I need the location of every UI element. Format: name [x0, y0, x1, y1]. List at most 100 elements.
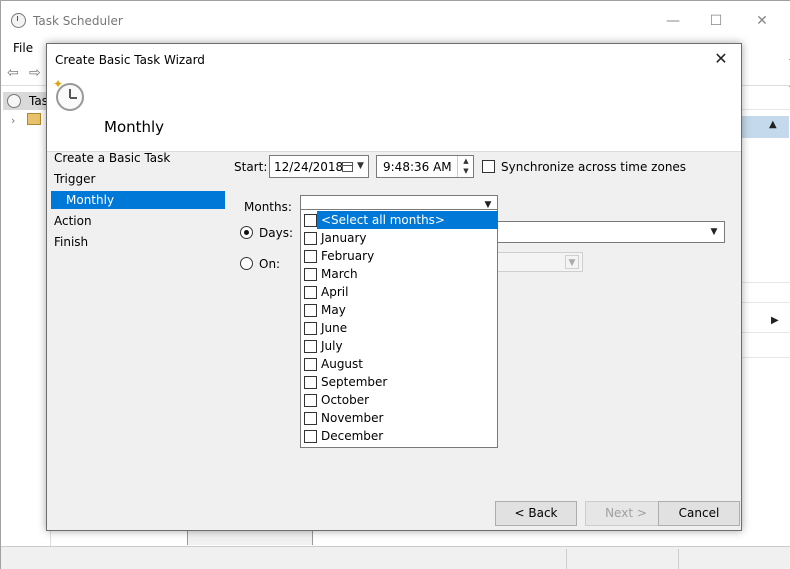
- divider: [741, 302, 790, 303]
- months-label: Months:: [244, 200, 292, 214]
- months-dropdown-list[interactable]: <Select all months> January February March A…: [300, 209, 498, 448]
- month-option-label: May: [321, 303, 346, 317]
- month-checkbox[interactable]: [304, 394, 317, 407]
- month-checkbox[interactable]: [304, 304, 317, 317]
- month-checkbox[interactable]: [304, 322, 317, 335]
- month-option-label: August: [321, 357, 363, 371]
- month-option-label: July: [321, 339, 343, 353]
- month-option[interactable]: January: [302, 229, 497, 247]
- wizard-header: ✦ Monthly: [47, 74, 741, 152]
- navigation-tree: Tas ›: [1, 87, 51, 547]
- nav-create-basic-task[interactable]: Create a Basic Task: [53, 149, 225, 167]
- spin-down-icon[interactable]: ▼: [458, 166, 474, 176]
- start-time-field[interactable]: 9:48:36 AM ▲ ▼: [376, 155, 474, 178]
- tree-item-task-scheduler[interactable]: Tas: [3, 92, 49, 110]
- month-option[interactable]: November: [302, 409, 497, 427]
- nav-trigger[interactable]: Trigger: [53, 170, 225, 188]
- month-option[interactable]: August: [302, 355, 497, 373]
- time-spinner[interactable]: ▲ ▼: [457, 156, 473, 177]
- forward-arrow-icon[interactable]: ⇨: [29, 65, 45, 81]
- status-bar: [1, 546, 790, 569]
- month-option[interactable]: December: [302, 427, 497, 445]
- on-label: On:: [259, 257, 281, 271]
- clock-icon: [7, 94, 21, 108]
- month-checkbox[interactable]: [304, 340, 317, 353]
- chevron-down-icon[interactable]: ▼: [357, 161, 364, 171]
- next-button: Next >: [585, 501, 667, 526]
- maximize-icon[interactable]: ☐: [701, 10, 731, 32]
- month-option[interactable]: March: [302, 265, 497, 283]
- month-option-label: June: [321, 321, 348, 335]
- month-option[interactable]: April: [302, 283, 497, 301]
- cancel-button[interactable]: Cancel: [658, 501, 740, 526]
- nav-monthly[interactable]: Monthly: [51, 191, 225, 209]
- month-option-label: November: [321, 411, 384, 425]
- chevron-down-icon[interactable]: ▼: [706, 225, 722, 239]
- month-option[interactable]: June: [302, 319, 497, 337]
- nav-action[interactable]: Action: [53, 212, 225, 230]
- month-option-label: February: [321, 249, 375, 263]
- clock-icon: [11, 13, 26, 28]
- create-basic-task-wizard: Create Basic Task Wizard ✕ ✦ Monthly Cre…: [46, 43, 742, 531]
- on-dropdown: ▼: [487, 252, 583, 272]
- back-arrow-icon[interactable]: ⇦: [7, 65, 23, 81]
- nav-finish[interactable]: Finish: [53, 233, 225, 251]
- month-option[interactable]: May: [302, 301, 497, 319]
- days-radio[interactable]: [240, 226, 253, 239]
- calendar-icon[interactable]: [342, 162, 353, 172]
- days-dropdown[interactable]: ▼: [487, 221, 725, 243]
- actions-header[interactable]: ▲: [741, 116, 789, 138]
- month-option[interactable]: July: [302, 337, 497, 355]
- divider: [741, 109, 790, 110]
- main-window-title: Task Scheduler: [33, 14, 123, 28]
- divider: [741, 332, 790, 333]
- sync-timezones-label: Synchronize across time zones: [501, 160, 687, 174]
- month-checkbox[interactable]: [304, 358, 317, 371]
- sparkle-icon: ✦: [53, 77, 64, 91]
- month-checkbox[interactable]: [304, 430, 317, 443]
- month-option-label: March: [321, 267, 358, 281]
- start-label: Start:: [234, 160, 268, 174]
- close-icon[interactable]: ✕: [747, 10, 777, 32]
- on-radio[interactable]: [240, 257, 253, 270]
- actions-panel: ▲ ▶: [741, 87, 790, 547]
- month-checkbox[interactable]: [304, 412, 317, 425]
- menu-file[interactable]: File: [13, 41, 33, 55]
- month-option[interactable]: September: [302, 373, 497, 391]
- close-icon[interactable]: ✕: [707, 48, 735, 70]
- spin-up-icon[interactable]: ▲: [458, 156, 474, 166]
- month-option-label: January: [321, 231, 367, 245]
- dialog-titlebar: Create Basic Task Wizard ✕: [47, 44, 741, 74]
- divider: [741, 282, 790, 283]
- month-checkbox[interactable]: [304, 214, 317, 227]
- dialog-title: Create Basic Task Wizard: [55, 53, 205, 67]
- month-option[interactable]: February: [302, 247, 497, 265]
- month-checkbox[interactable]: [304, 376, 317, 389]
- back-button[interactable]: < Back: [495, 501, 577, 526]
- divider: [741, 357, 790, 358]
- page-title: Monthly: [104, 118, 165, 136]
- minimize-icon[interactable]: —: [658, 10, 688, 32]
- month-option-label: April: [321, 285, 349, 299]
- month-option-select-all[interactable]: <Select all months>: [302, 211, 498, 229]
- month-checkbox[interactable]: [304, 232, 317, 245]
- status-divider: [566, 549, 567, 569]
- month-checkbox[interactable]: [304, 286, 317, 299]
- sync-timezones-checkbox[interactable]: [482, 160, 495, 173]
- days-label: Days:: [259, 226, 293, 240]
- month-option-label: December: [321, 429, 384, 443]
- start-date-picker[interactable]: 12/24/2018 ▼: [269, 155, 369, 178]
- month-option-label: <Select all months>: [321, 213, 445, 227]
- pane-splitter[interactable]: [187, 531, 313, 545]
- triangle-right-icon[interactable]: ▶: [771, 315, 779, 326]
- caret-up-icon: ▲: [769, 119, 777, 130]
- chevron-right-icon[interactable]: ›: [11, 114, 15, 127]
- chevron-down-icon: ▼: [565, 255, 579, 269]
- month-option[interactable]: October: [302, 391, 497, 409]
- folder-icon: [27, 113, 41, 125]
- status-divider: [678, 549, 679, 569]
- main-titlebar: Task Scheduler — ☐ ✕: [1, 1, 790, 39]
- month-option-label: September: [321, 375, 388, 389]
- month-checkbox[interactable]: [304, 250, 317, 263]
- month-checkbox[interactable]: [304, 268, 317, 281]
